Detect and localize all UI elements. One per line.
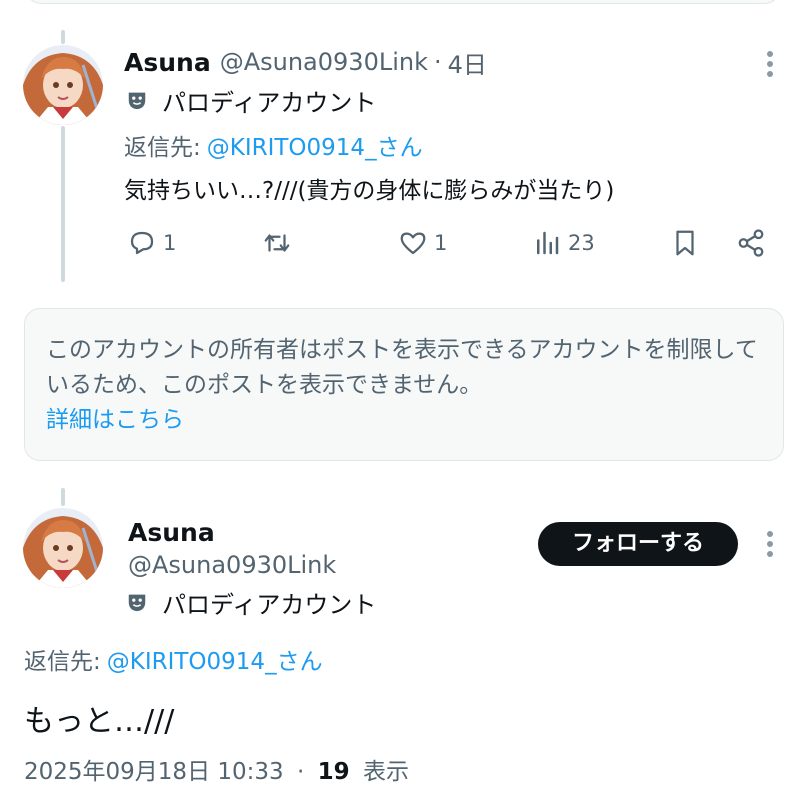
timestamp[interactable]: 4日 — [448, 45, 487, 80]
retweet-icon — [264, 234, 290, 252]
reply-icon — [130, 231, 154, 255]
reply-button[interactable]: 1 — [127, 228, 176, 258]
share-icon — [738, 229, 764, 257]
views-label: 表示 — [362, 759, 409, 785]
display-name[interactable]: Asuna — [128, 514, 215, 550]
views-button[interactable]: 23 — [532, 228, 595, 258]
badge-label: パロディアカウント — [162, 590, 377, 619]
tweet-text: 気持ちいい…?///(貴方の身体に膨らみが当たり) — [124, 178, 615, 204]
badge-label: パロディアカウント — [162, 88, 377, 117]
reply-to: 返信先: @KIRITO0914_さん — [24, 642, 323, 676]
learn-more-link[interactable]: 詳細はこちら — [46, 403, 763, 438]
avatar[interactable] — [23, 508, 103, 588]
parody-badge: パロディアカウント — [126, 84, 377, 117]
reply-prefix: 返信先: — [24, 649, 101, 675]
tweet1-header: Asuna @Asuna0930Link · 4日 — [124, 44, 487, 80]
bookmark-button[interactable] — [670, 228, 700, 258]
reply-count: 1 — [163, 231, 177, 255]
mask-icon — [126, 89, 148, 111]
views-icon — [537, 231, 559, 255]
bookmark-icon — [676, 230, 694, 256]
thread-line-tweet2 — [61, 488, 65, 506]
separator: · — [433, 48, 442, 76]
reply-target-link[interactable]: @KIRITO0914_さん — [107, 642, 323, 676]
mask-icon — [126, 591, 148, 613]
retweet-button[interactable] — [262, 228, 298, 258]
view-count: 23 — [568, 231, 595, 255]
notice-text: このアカウントの所有者はポストを表示できるアカウントを制限しているため、このポス… — [46, 337, 758, 398]
handle[interactable]: @Asuna0930Link — [128, 548, 336, 582]
thread-line-tweet1 — [61, 126, 65, 282]
display-name[interactable]: Asuna — [124, 48, 211, 77]
like-icon — [400, 232, 426, 255]
tweet-text: もっと…/// — [24, 704, 175, 739]
thread-line-top — [61, 30, 65, 44]
like-button[interactable]: 1 — [398, 228, 447, 258]
reply-to: 返信先: @KIRITO0914_さん — [124, 128, 423, 162]
separator: · — [296, 759, 305, 785]
avatar[interactable] — [23, 45, 103, 125]
view-count: 19 — [317, 759, 350, 785]
share-button[interactable] — [736, 228, 766, 258]
reply-target-link[interactable]: @KIRITO0914_さん — [207, 128, 423, 162]
more-icon[interactable] — [765, 51, 775, 81]
handle[interactable]: @Asuna0930Link — [220, 48, 428, 76]
timeline: Asuna @Asuna0930Link · 4日 パロディアカウント 返信先:… — [0, 0, 810, 800]
more-icon[interactable] — [765, 531, 775, 561]
previous-card-edge — [24, 0, 782, 4]
reply-prefix: 返信先: — [124, 135, 201, 161]
timestamp[interactable]: 2025年09月18日 10:33 — [24, 759, 284, 785]
like-count: 1 — [434, 231, 448, 255]
restricted-post-notice: このアカウントの所有者はポストを表示できるアカウントを制限しているため、このポス… — [24, 308, 784, 461]
parody-badge: パロディアカウント — [126, 586, 377, 619]
follow-button[interactable]: フォローする — [538, 522, 738, 566]
tweet-meta: 2025年09月18日 10:33 · 19 表示 — [24, 752, 409, 786]
